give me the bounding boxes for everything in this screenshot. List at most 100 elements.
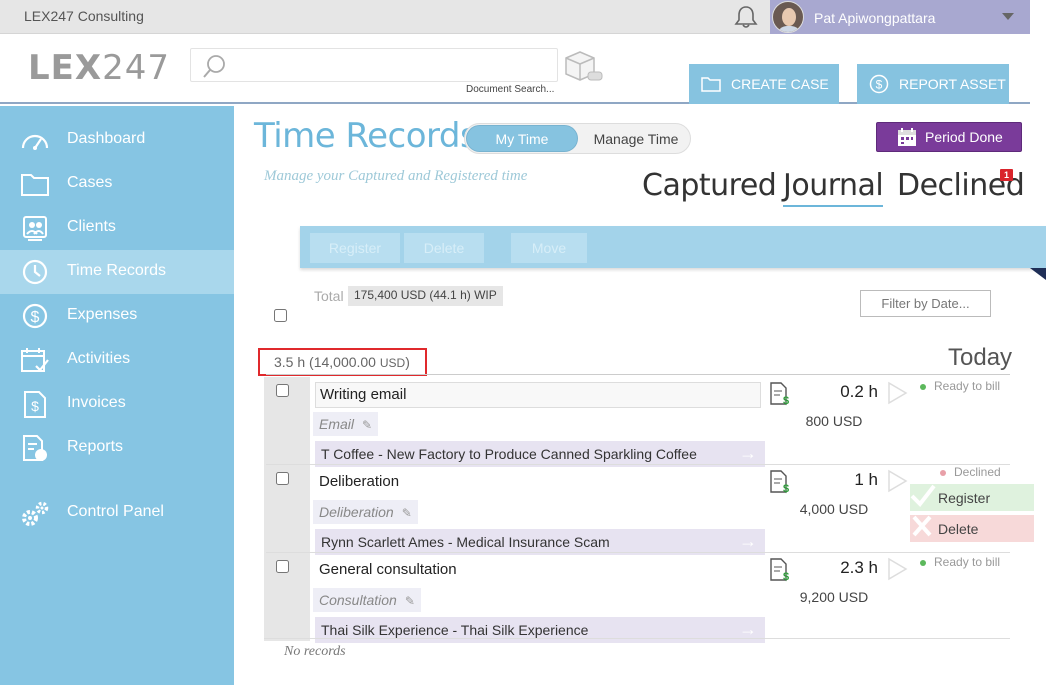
declined-register-button[interactable]: Register xyxy=(910,484,1034,511)
folder-icon xyxy=(701,77,721,92)
entry-checkbox[interactable] xyxy=(276,472,289,485)
entry-activity[interactable]: Deliberation ✎ xyxy=(313,500,418,524)
sidebar-item-label: Time Records xyxy=(67,262,166,279)
arrow-right-icon[interactable]: → xyxy=(739,619,757,640)
sidebar-item-label: Dashboard xyxy=(67,130,146,147)
entry-status: Ready to bill xyxy=(920,555,1000,569)
entry-hours: 0.2 h xyxy=(840,382,878,401)
sidebar-item-dashboard[interactable]: Dashboard xyxy=(0,118,234,162)
sidebar-item-activities[interactable]: Activities xyxy=(0,338,234,382)
play-icon[interactable] xyxy=(886,381,908,405)
sidebar-item-control-panel[interactable]: Control Panel xyxy=(0,491,234,535)
sidebar-item-label: Control Panel xyxy=(67,503,164,520)
sidebar-item-invoices[interactable]: $ Invoices xyxy=(0,382,234,426)
document-search[interactable] xyxy=(190,48,558,82)
time-scope-toggle: My Time Manage Time xyxy=(464,123,691,154)
entry-hours: 1 h xyxy=(854,470,878,489)
report-asset-label: REPORT ASSET xyxy=(899,76,1006,92)
tab-captured[interactable]: Captured xyxy=(642,168,777,203)
report-asset-button[interactable]: $ REPORT ASSET xyxy=(857,64,1009,104)
sidebar-item-reports[interactable]: Reports xyxy=(0,426,234,470)
filter-by-date-input[interactable]: Filter by Date... xyxy=(860,290,991,317)
entry-description[interactable]: Deliberation xyxy=(315,470,761,496)
entry-description[interactable]: Writing email xyxy=(315,382,761,408)
dollar-icon: $ xyxy=(22,303,48,329)
entry-checkbox[interactable] xyxy=(276,384,289,397)
delete-button[interactable]: Delete xyxy=(404,233,484,263)
svg-text:$: $ xyxy=(31,309,40,326)
create-case-button[interactable]: CREATE CASE xyxy=(689,64,839,104)
page-subtitle: Manage your Captured and Registered time xyxy=(264,168,528,184)
entry-activity[interactable]: Email ✎ xyxy=(313,412,379,436)
sidebar-item-label: Clients xyxy=(67,218,116,235)
svg-text:$: $ xyxy=(31,398,39,414)
invoice-icon: $ xyxy=(24,391,46,418)
page-title: Time Records xyxy=(254,116,478,156)
user-name: Pat Apiwongpattara xyxy=(814,10,936,26)
sidebar-item-label: Activities xyxy=(67,350,131,367)
avatar xyxy=(772,1,804,33)
billable-document-icon[interactable]: $ xyxy=(769,382,791,406)
corner-fold xyxy=(1030,268,1046,280)
period-done-button[interactable]: Period Done xyxy=(876,122,1022,152)
calendar-check-icon xyxy=(21,348,49,372)
play-icon[interactable] xyxy=(886,557,908,581)
entry-activity[interactable]: Consultation ✎ xyxy=(313,588,421,612)
arrow-right-icon[interactable]: → xyxy=(739,531,757,552)
declined-count-badge: 1 xyxy=(1000,169,1013,181)
tab-journal[interactable]: Journal xyxy=(783,168,884,207)
group-day-label: Today xyxy=(948,344,1013,371)
user-menu[interactable]: Pat Apiwongpattara xyxy=(770,0,1030,34)
svg-text:$: $ xyxy=(783,395,789,406)
entry-hours: 2.3 h xyxy=(840,558,878,577)
entry-checkbox[interactable] xyxy=(276,560,289,573)
sidebar-item-expenses[interactable]: $ Expenses xyxy=(0,294,234,338)
pencil-icon[interactable]: ✎ xyxy=(362,418,372,432)
declined-delete-button[interactable]: Delete xyxy=(910,515,1034,542)
total-value: 175,400 USD (44.1 h) WIP xyxy=(348,286,503,306)
clock-icon xyxy=(22,259,48,285)
entry-status: Ready to bill xyxy=(920,379,1000,393)
total-label: Total xyxy=(314,288,344,304)
svg-text:$: $ xyxy=(783,483,789,494)
tab-manage-time[interactable]: Manage Time xyxy=(583,125,689,152)
package-icon[interactable] xyxy=(562,48,604,84)
svg-text:$: $ xyxy=(876,78,883,92)
bulk-action-bar: Register Delete Move xyxy=(300,226,1046,268)
sidebar-item-time-records[interactable]: Time Records xyxy=(0,250,234,294)
arrow-right-icon[interactable]: → xyxy=(739,443,757,464)
play-icon[interactable] xyxy=(886,469,908,493)
sidebar-item-cases[interactable]: Cases xyxy=(0,162,234,206)
entry-amount: 9,200 USD xyxy=(799,589,869,605)
svg-text:$: $ xyxy=(783,571,789,582)
entry-amount: 800 USD xyxy=(805,413,863,429)
top-bar: LEX247 Consulting Pat Apiwongpattara xyxy=(0,0,1030,34)
divider xyxy=(264,638,1010,639)
search-input[interactable] xyxy=(235,55,545,75)
billable-document-icon[interactable]: $ xyxy=(769,470,791,494)
pencil-icon[interactable]: ✎ xyxy=(402,506,412,520)
close-icon xyxy=(912,515,932,537)
billable-document-icon[interactable]: $ xyxy=(769,558,791,582)
entry-description[interactable]: General consultation xyxy=(315,558,761,584)
sidebar-item-label: Reports xyxy=(67,438,124,455)
period-done-label: Period Done xyxy=(925,129,1003,145)
create-case-label: CREATE CASE xyxy=(731,76,829,92)
logo[interactable]: LEX247 xyxy=(28,48,170,88)
report-icon xyxy=(23,435,47,461)
tab-my-time[interactable]: My Time xyxy=(466,125,578,152)
company-name: LEX247 Consulting xyxy=(24,8,144,24)
select-all-checkbox[interactable] xyxy=(274,309,287,322)
register-button[interactable]: Register xyxy=(310,233,400,263)
dollar-circle-icon: $ xyxy=(869,74,889,94)
entry-matter[interactable]: Thai Silk Experience - Thai Silk Experie… xyxy=(315,617,765,643)
bell-icon[interactable] xyxy=(733,5,759,29)
checkmark-icon xyxy=(910,484,936,508)
search-icon xyxy=(203,55,225,78)
time-entry: General consultation Consultation ✎ Thai … xyxy=(264,553,1034,643)
move-button[interactable]: Move xyxy=(511,233,587,263)
divider xyxy=(266,374,1010,375)
pencil-icon[interactable]: ✎ xyxy=(405,594,415,608)
chevron-down-icon[interactable] xyxy=(1002,13,1014,20)
sidebar-item-clients[interactable]: Clients xyxy=(0,206,234,250)
